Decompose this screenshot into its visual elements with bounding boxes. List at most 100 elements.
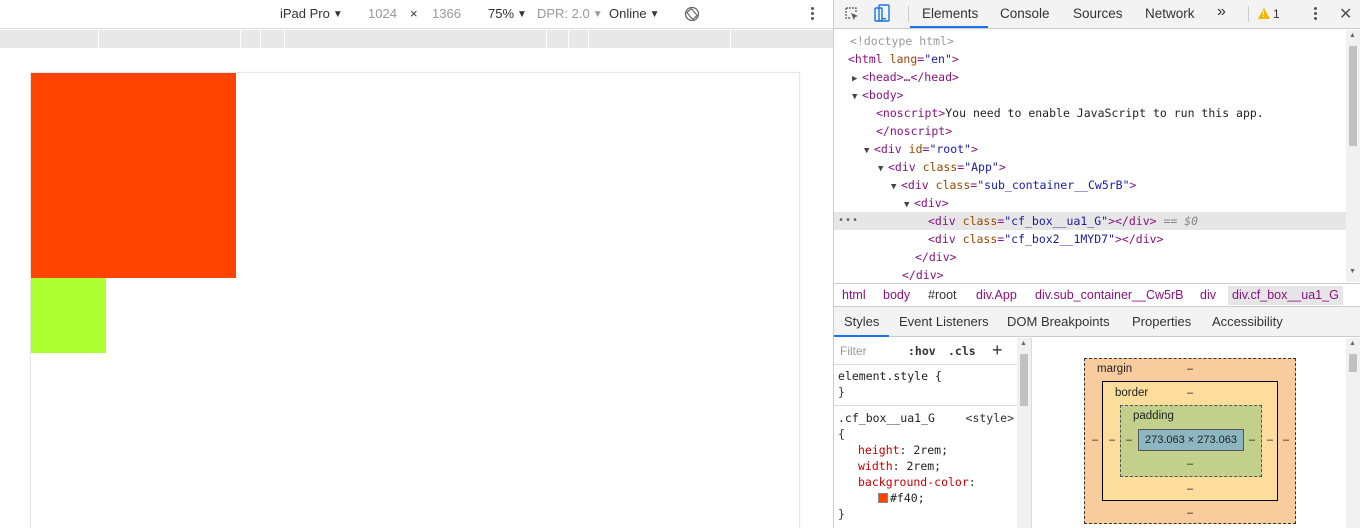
box-model-pane: margin – – – – border – – – – padding – … <box>1033 338 1360 528</box>
styles-rules: element.style { } .cf_box__ua1_G <style> … <box>834 368 1022 522</box>
box-model-padding[interactable]: padding – – – 273.063 × 273.063 <box>1120 405 1262 477</box>
green-box[interactable] <box>31 278 106 353</box>
border-left-value[interactable]: – <box>1109 434 1115 446</box>
kebab-menu-icon[interactable] <box>808 5 816 23</box>
toolbar-separator <box>1248 6 1249 22</box>
breadcrumb-item[interactable]: div.App <box>976 288 1017 302</box>
dom-node-head[interactable]: ▶ <head>…</head> <box>834 68 1346 86</box>
breadcrumb-item[interactable]: html <box>842 288 866 302</box>
css-property[interactable]: width: 2rem; <box>838 458 1018 474</box>
rule-selector[interactable]: .cf_box__ua1_G <box>838 411 935 425</box>
dom-node-div-close[interactable]: </div> <box>834 248 1346 266</box>
styles-scrollbar[interactable]: ▲ <box>1017 338 1031 528</box>
device-toolbar-toggle-icon[interactable] <box>874 4 890 24</box>
rule-source-link[interactable]: <style> <box>966 410 1014 426</box>
device-width-input[interactable]: 1024 <box>368 6 397 21</box>
margin-top-value[interactable]: – <box>1187 363 1193 375</box>
padding-left-value[interactable]: – <box>1126 434 1132 446</box>
color-swatch-icon[interactable] <box>878 493 888 503</box>
margin-left-value[interactable]: – <box>1092 434 1098 446</box>
dom-node-cf-box-selected[interactable]: ••• <div class="cf_box__ua1_G"></div> == … <box>834 212 1346 230</box>
dom-node-noscript[interactable]: <noscript>You need to enable JavaScript … <box>834 104 1346 122</box>
margin-right-value[interactable]: – <box>1283 434 1289 446</box>
breadcrumb-item[interactable]: div.sub_container__Cw5rB <box>1035 288 1183 302</box>
element-style-selector[interactable]: element.style { <box>838 368 1018 384</box>
breadcrumb-item-selected[interactable]: div.cf_box__ua1_G <box>1228 286 1343 305</box>
scroll-down-icon[interactable]: ▼ <box>1349 268 1356 275</box>
scroll-thumb[interactable] <box>1349 46 1357 146</box>
zoom-select[interactable]: 75% ▼ <box>488 6 527 21</box>
box-model-content-size[interactable]: 273.063 × 273.063 <box>1138 429 1244 451</box>
dom-node-html[interactable]: <html lang="en"> <box>834 50 1346 68</box>
dom-node-cf-box2[interactable]: <div class="cf_box2__1MYD7"></div> <box>834 230 1346 248</box>
box-model-margin[interactable]: margin – – – – border – – – – padding – … <box>1084 358 1296 524</box>
tab-styles[interactable]: Styles <box>844 314 879 329</box>
css-property[interactable]: height: 2rem; <box>838 442 1018 458</box>
dom-node-div-close[interactable]: </div> <box>834 266 1346 282</box>
dom-node-doctype[interactable]: <!doctype html> <box>834 32 1346 50</box>
border-top-value[interactable]: – <box>1187 387 1193 399</box>
dom-node-body[interactable]: ▼ <body> <box>834 86 1346 104</box>
tab-dom-breakpoints[interactable]: DOM Breakpoints <box>1007 314 1110 329</box>
scroll-up-icon[interactable]: ▲ <box>1349 340 1356 347</box>
border-right-value[interactable]: – <box>1267 434 1273 446</box>
caret-down-icon: ▼ <box>332 9 343 20</box>
rule-open-brace: { <box>838 427 845 441</box>
scroll-thumb[interactable] <box>1349 354 1357 372</box>
device-height-input[interactable]: 1366 <box>432 6 461 21</box>
warning-icon: ! <box>1258 8 1270 19</box>
tab-properties[interactable]: Properties <box>1132 314 1191 329</box>
rotate-icon[interactable] <box>684 6 700 22</box>
margin-label: margin <box>1097 363 1133 375</box>
dom-node-sub-container[interactable]: ▼ <div class="sub_container__Cw5rB"> <box>834 176 1346 194</box>
dimension-separator: × <box>410 6 418 21</box>
css-property[interactable]: background-color: <box>838 474 1018 490</box>
red-box[interactable] <box>31 73 236 278</box>
margin-bottom-value[interactable]: – <box>1187 507 1193 519</box>
warnings-counter[interactable]: ! 1 <box>1258 7 1280 21</box>
border-bottom-value[interactable]: – <box>1187 483 1193 495</box>
caret-down-icon: ▼ <box>517 9 527 20</box>
scroll-up-icon[interactable]: ▲ <box>1349 32 1356 39</box>
elements-subtabs: Styles Event Listeners DOM Breakpoints P… <box>834 307 1360 337</box>
padding-bottom-value[interactable]: – <box>1187 458 1193 470</box>
media-query-bar[interactable] <box>0 30 833 48</box>
close-icon[interactable]: ✕ <box>1339 4 1352 24</box>
breadcrumb-item[interactable]: #root <box>928 288 957 302</box>
tab-console[interactable]: Console <box>1000 6 1050 21</box>
dpr-select[interactable]: DPR: 2.0 ▼ <box>537 6 603 21</box>
cls-toggle[interactable]: .cls <box>948 344 976 358</box>
inspect-element-icon[interactable] <box>844 6 860 22</box>
hov-toggle[interactable]: :hov <box>908 344 936 358</box>
tab-event-listeners[interactable]: Event Listeners <box>899 314 989 329</box>
caret-down-icon: ▼ <box>649 9 660 20</box>
device-select[interactable]: iPad Pro ▼ <box>280 6 343 21</box>
dom-node-app[interactable]: ▼ <div class="App"> <box>834 158 1346 176</box>
network-throttle-select[interactable]: Online ▼ <box>609 6 659 21</box>
styles-filter-input[interactable]: Filter <box>840 344 867 358</box>
tab-network[interactable]: Network <box>1145 6 1195 21</box>
devtools-menu-icon[interactable] <box>1311 5 1319 23</box>
scroll-up-icon[interactable]: ▲ <box>1020 340 1027 347</box>
box-model-scrollbar[interactable]: ▲ <box>1346 338 1360 528</box>
devtools-panel: Elements Console Sources Network » ! 1 ✕ … <box>834 0 1360 528</box>
dom-tree-scrollbar[interactable]: ▲ ▼ <box>1346 30 1360 282</box>
padding-label: padding <box>1133 410 1174 422</box>
more-tabs-icon[interactable]: » <box>1217 3 1226 21</box>
dom-node-div[interactable]: ▼ <div> <box>834 194 1346 212</box>
new-style-rule-icon[interactable]: + <box>992 340 1003 361</box>
css-color-value[interactable]: #f40; <box>838 490 1018 506</box>
screen: iPad Pro ▼ 1024 × 1366 75% ▼ DPR: 2.0 ▼ Onl… <box>0 0 1360 528</box>
device-emulation-pane: iPad Pro ▼ 1024 × 1366 75% ▼ DPR: 2.0 ▼ Onl… <box>0 0 833 528</box>
dom-node-root[interactable]: ▼ <div id="root"> <box>834 140 1346 158</box>
scroll-thumb[interactable] <box>1020 354 1028 406</box>
box-model-border[interactable]: border – – – – padding – – – 273.063 × 2… <box>1102 381 1278 501</box>
tab-sources[interactable]: Sources <box>1073 6 1123 21</box>
node-actions-icon[interactable]: ••• <box>838 212 859 230</box>
tab-elements[interactable]: Elements <box>922 6 978 21</box>
dom-node-noscript-close[interactable]: </noscript> <box>834 122 1346 140</box>
breadcrumb-item[interactable]: body <box>883 288 910 302</box>
tab-accessibility[interactable]: Accessibility <box>1212 314 1283 329</box>
breadcrumb-item[interactable]: div <box>1200 288 1216 302</box>
padding-right-value[interactable]: – <box>1249 434 1255 446</box>
